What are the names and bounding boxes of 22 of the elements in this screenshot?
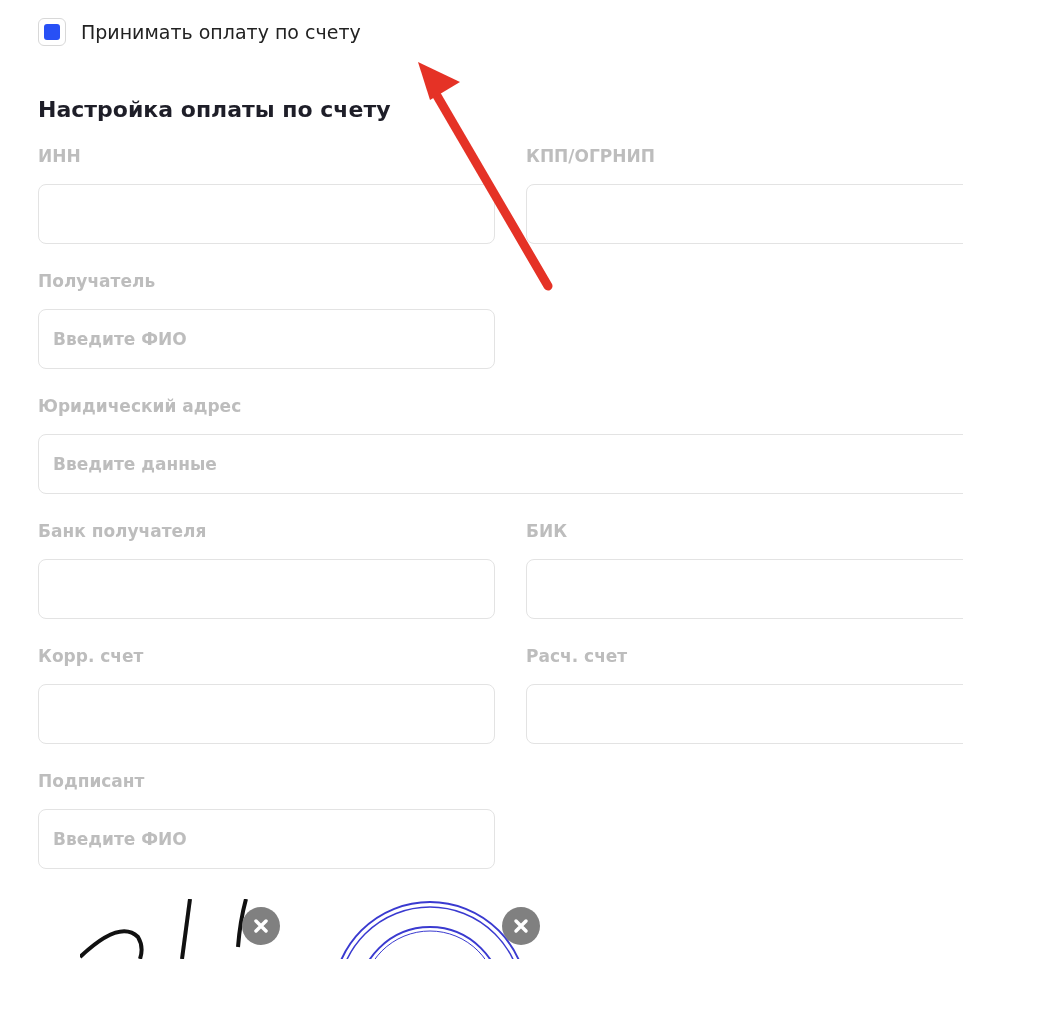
- input-field[interactable]: [38, 184, 495, 244]
- section-title: Настройка оплаты по счету: [38, 96, 392, 124]
- input-field[interactable]: Введите данные: [38, 434, 963, 494]
- field-label: Банк получателя: [38, 520, 208, 543]
- remove-icon[interactable]: [242, 907, 280, 945]
- field-label: ИНН: [38, 145, 82, 168]
- field-label: Корр. счет: [38, 645, 145, 668]
- input-field[interactable]: Введите ФИО: [38, 809, 495, 869]
- field-label: БИК: [526, 520, 569, 543]
- field-label: Подписант: [38, 770, 146, 793]
- checkbox-label: Принимать оплату по счету: [81, 21, 361, 43]
- input-field[interactable]: [526, 559, 963, 619]
- field-label: Получатель: [38, 270, 157, 293]
- input-field[interactable]: Введите ФИО: [38, 309, 495, 369]
- input-field[interactable]: [38, 559, 495, 619]
- checkbox[interactable]: [38, 18, 66, 46]
- field-label: Юридический адрес: [38, 395, 243, 418]
- input-field[interactable]: [526, 684, 963, 744]
- input-field[interactable]: [526, 184, 963, 244]
- field-label: Расч. счет: [526, 645, 629, 668]
- field-label: КПП/ОГРНИП: [526, 145, 656, 168]
- input-field[interactable]: [38, 684, 495, 744]
